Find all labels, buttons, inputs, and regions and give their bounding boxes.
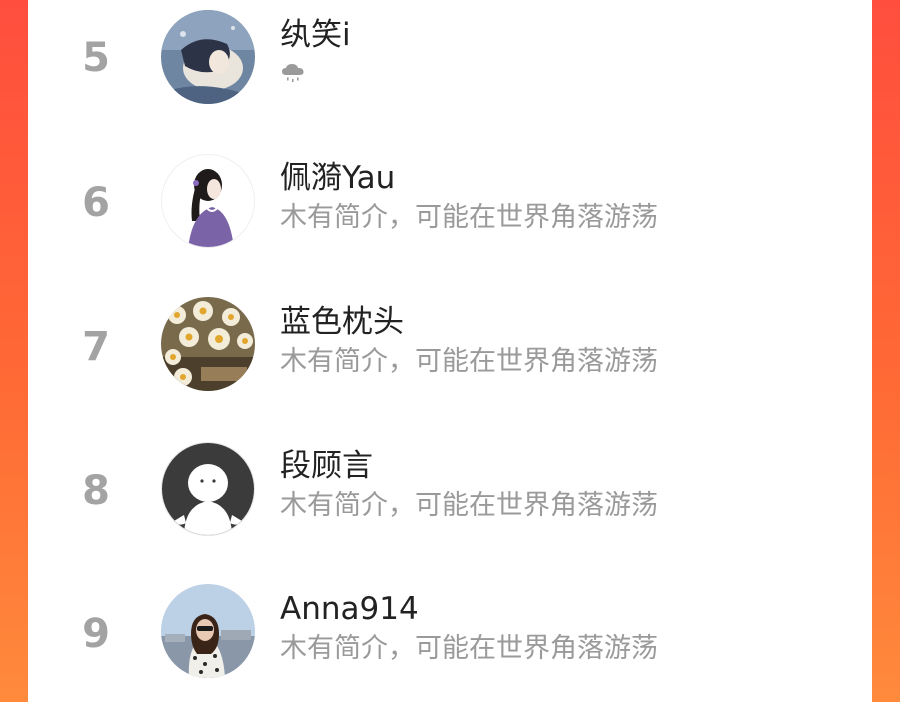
list-item-rank-5[interactable]: 5 纨笑i (28, 0, 872, 130)
user-bio: 木有简介，可能在世界角落游荡 (280, 490, 658, 521)
list-item-rank-6[interactable]: 6 佩漪Yau 木有简介，可能在世界角落游荡 (28, 143, 872, 273)
user-bio: 木有简介，可能在世界角落游荡 (280, 633, 658, 664)
user-name[interactable]: Anna914 (280, 591, 419, 627)
rank-number: 5 (82, 35, 110, 81)
user-name[interactable]: 段顾言 (280, 448, 373, 484)
avatar[interactable] (161, 584, 255, 678)
cloud-rain-icon (280, 63, 310, 85)
rank-number: 6 (82, 180, 110, 226)
user-name[interactable]: 蓝色枕头 (280, 304, 404, 340)
user-bio: 木有简介，可能在世界角落游荡 (280, 346, 658, 377)
avatar[interactable] (161, 297, 255, 391)
avatar[interactable] (161, 154, 255, 248)
list-item-rank-7[interactable]: 7 蓝色枕头 木有简介，可能在世界角落游荡 (28, 287, 872, 417)
list-item-rank-9[interactable]: 9 Anna914 木有简介，可能在世界角落游荡 (28, 574, 872, 702)
rank-number: 7 (82, 324, 110, 370)
rank-number: 9 (82, 611, 110, 657)
user-name[interactable]: 纨笑i (280, 17, 351, 53)
avatar[interactable] (161, 10, 255, 104)
list-item-rank-8[interactable]: 8 段顾言 木有简介，可能在世界角落游荡 (28, 431, 872, 561)
user-name[interactable]: 佩漪Yau (280, 160, 395, 196)
rank-number: 8 (82, 468, 110, 514)
ranking-card: 5 纨笑i 6 佩漪Yau 木有简介，可能在世界角落游荡 7 蓝色枕头 木有简介… (28, 0, 872, 702)
user-bio: 木有简介，可能在世界角落游荡 (280, 202, 658, 233)
avatar[interactable] (161, 442, 255, 536)
